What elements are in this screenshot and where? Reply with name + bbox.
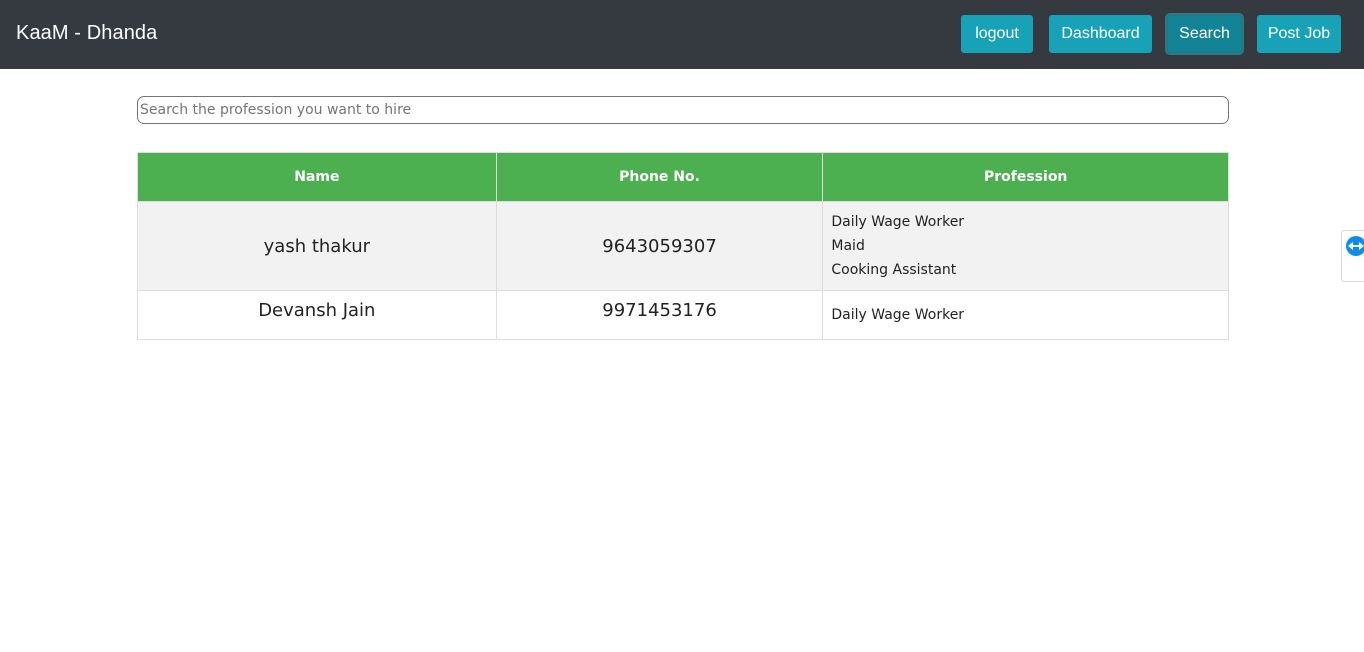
search-button[interactable]: Search bbox=[1167, 15, 1242, 53]
profession-item: Cooking Assistant bbox=[831, 262, 957, 278]
table-header-row: Name Phone No. Profession bbox=[137, 152, 1229, 202]
dashboard-button[interactable]: Dashboard bbox=[1049, 15, 1152, 53]
profession-item: Maid bbox=[831, 238, 865, 254]
teamviewer-side-tab[interactable] bbox=[1341, 230, 1364, 282]
profession-item: Daily Wage Worker bbox=[831, 214, 965, 230]
navbar: KaaM - Dhanda logout Dashboard Search Po… bbox=[0, 0, 1364, 69]
profession-cell: Daily Wage Worker bbox=[822, 290, 1229, 340]
name-cell: yash thakur bbox=[137, 201, 497, 291]
phone-cell: 9971453176 bbox=[495, 290, 824, 340]
logout-button[interactable]: logout bbox=[961, 15, 1033, 53]
post-job-button[interactable]: Post Job bbox=[1257, 15, 1341, 53]
profession-item: Daily Wage Worker bbox=[831, 307, 965, 323]
results-table: Name Phone No. Profession yash thakur 96… bbox=[137, 152, 1229, 340]
header-profession: Profession bbox=[822, 152, 1229, 202]
teamviewer-icon bbox=[1346, 236, 1364, 256]
table-row: Devansh Jain 9971453176 Daily Wage Worke… bbox=[137, 290, 1229, 340]
name-cell: Devansh Jain bbox=[137, 290, 497, 340]
phone-cell: 9643059307 bbox=[495, 201, 824, 291]
header-phone: Phone No. bbox=[495, 152, 824, 202]
table-row: yash thakur 9643059307 Daily Wage Worker… bbox=[137, 201, 1229, 291]
brand-title[interactable]: KaaM - Dhanda bbox=[16, 22, 157, 45]
profession-cell: Daily Wage Worker Maid Cooking Assistant bbox=[822, 201, 1229, 291]
header-name: Name bbox=[137, 152, 497, 202]
search-input[interactable] bbox=[137, 96, 1229, 124]
